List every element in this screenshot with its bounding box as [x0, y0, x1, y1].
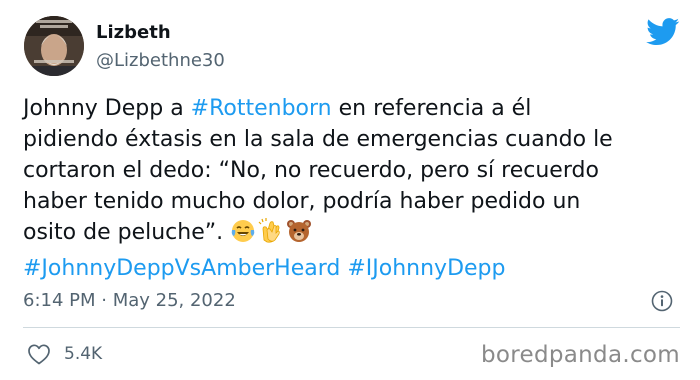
tweet-text-segment: haber tenido mucho dolor, podría haber p…	[23, 189, 581, 214]
tweet-text-segment: en referencia a él	[331, 96, 532, 121]
tweet-text-line: haber tenido mucho dolor, podría haber p…	[23, 186, 673, 217]
tears-of-joy-emoji	[230, 218, 256, 253]
tweet-text-line: cortaron el dedo: “No, no recuerdo, pero…	[23, 155, 673, 186]
divider	[23, 327, 680, 328]
watermark: boredpanda.com	[481, 342, 680, 368]
tweet-text: Johnny Depp a #Rottenborn en referencia …	[23, 93, 673, 284]
bear-face-emoji	[286, 218, 312, 253]
tweet-text-segment: osito de peluche”.	[23, 220, 231, 245]
tweet-text-line: Johnny Depp a #Rottenborn en referencia …	[23, 93, 673, 124]
heart-icon[interactable]	[27, 343, 51, 369]
tweet-text-segment: cortaron el dedo: “No, no recuerdo, pero…	[23, 158, 599, 183]
tweet-text-line: pidiendo éxtasis en la sala de emergenci…	[23, 124, 673, 155]
tweet-timestamp[interactable]: 6:14 PM · May 25, 2022	[23, 290, 236, 311]
twitter-bird-icon[interactable]	[646, 18, 680, 50]
hashtag-link[interactable]: #JohnnyDeppVsAmberHeard	[23, 256, 340, 281]
tweet-text-segment: pidiendo éxtasis en la sala de emergenci…	[23, 127, 613, 152]
author-display-name[interactable]: Lizbeth	[96, 22, 171, 43]
avatar[interactable]	[24, 16, 84, 76]
tweet-text-line: osito de peluche”.	[23, 217, 673, 253]
clapping-hands-emoji	[258, 218, 284, 253]
tweet-text-line: #JohnnyDeppVsAmberHeard #IJohnnyDepp	[23, 253, 673, 284]
hashtag-link[interactable]: #Rottenborn	[191, 96, 332, 121]
like-count[interactable]: 5.4K	[64, 344, 102, 364]
tweet-text-segment: Johnny Depp a	[23, 96, 191, 121]
info-icon[interactable]	[651, 290, 673, 316]
avatar-image	[24, 16, 84, 76]
hashtag-link[interactable]: #IJohnnyDepp	[347, 256, 505, 281]
author-handle[interactable]: @Lizbethne30	[96, 50, 225, 71]
